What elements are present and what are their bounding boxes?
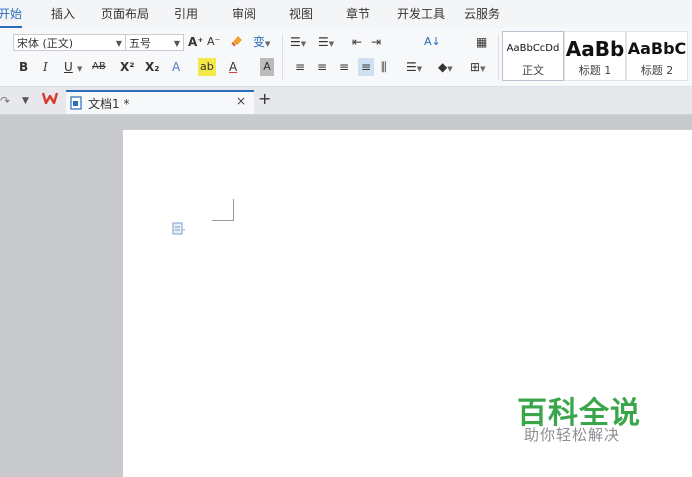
tab-home[interactable]: 开始 xyxy=(0,0,23,28)
char-shading-button[interactable]: A xyxy=(260,58,274,76)
phonetic-guide-button[interactable]: 变▼ xyxy=(253,33,270,51)
tab-review[interactable]: 审阅 xyxy=(232,0,256,28)
bold-button[interactable]: B xyxy=(19,58,28,76)
line-spacing-button[interactable]: ☰▼ xyxy=(406,58,422,76)
tab-section[interactable]: 章节 xyxy=(346,0,370,28)
tab-view[interactable]: 视图 xyxy=(289,0,313,28)
font-color-button[interactable]: A xyxy=(229,58,237,76)
ribbon: 宋体 (正文) ▼ 五号 ▼ A⁺ A⁻ 变▼ B I U ▼ AB X² X₂… xyxy=(0,28,692,87)
numbered-list-button[interactable]: ☰▼ xyxy=(318,33,334,51)
clear-format-icon xyxy=(231,36,242,47)
wps-logo-button[interactable] xyxy=(41,91,59,109)
chevron-down-icon: ▼ xyxy=(115,39,122,48)
chevron-down-icon[interactable]: ▼ xyxy=(22,92,29,110)
increase-indent-button[interactable]: ⇥ xyxy=(371,33,381,51)
tab-cloud[interactable]: 云服务 xyxy=(464,0,500,28)
subscript-button[interactable]: X₂ xyxy=(145,58,160,76)
bullet-list-button[interactable]: ☰▼ xyxy=(290,33,306,51)
shading-button[interactable]: ◆▼ xyxy=(438,58,453,76)
margin-corner-mark xyxy=(212,220,234,221)
table-button[interactable]: ▦ xyxy=(476,33,487,51)
distribute-button[interactable]: ⫼ xyxy=(381,58,387,76)
tab-insert[interactable]: 插入 xyxy=(51,0,75,28)
style-gallery: AaBbCcDd 正文 AaBb 标题 1 AaBbC 标题 2 xyxy=(502,31,692,81)
close-icon[interactable]: × xyxy=(236,94,246,108)
font-size-select[interactable]: 五号 ▼ xyxy=(126,34,184,51)
decrease-indent-button[interactable]: ⇤ xyxy=(352,33,362,51)
shrink-font-button[interactable]: A⁻ xyxy=(207,33,220,51)
justify-button[interactable]: ≡ xyxy=(358,58,374,76)
style-sample: AaBbC xyxy=(627,39,687,58)
style-heading-1[interactable]: AaBb 标题 1 xyxy=(564,31,626,81)
new-tab-button[interactable]: + xyxy=(258,90,271,108)
superscript-button[interactable]: X² xyxy=(120,58,135,76)
wps-logo-icon xyxy=(41,92,59,105)
style-sample: AaBbCcDd xyxy=(506,43,560,54)
chevron-down-icon: ▼ xyxy=(173,39,180,48)
divider xyxy=(282,34,283,80)
watermark-subtitle: 助你轻松解决 xyxy=(524,426,621,444)
align-right-button[interactable]: ≡ xyxy=(339,58,349,76)
text-effect-button[interactable]: A xyxy=(172,58,180,76)
redo-icon[interactable]: ↷ xyxy=(0,92,10,110)
clear-format-button[interactable] xyxy=(230,33,244,51)
margin-corner-mark xyxy=(233,199,234,220)
italic-button[interactable]: I xyxy=(43,58,48,76)
style-heading-2[interactable]: AaBbC 标题 2 xyxy=(626,31,688,81)
chevron-down-icon[interactable]: ▼ xyxy=(77,58,82,76)
border-button[interactable]: ⊞▼ xyxy=(470,58,485,76)
font-name-value: 宋体 (正文) xyxy=(17,37,74,50)
sort-button[interactable]: A↓ xyxy=(424,33,441,51)
phonetic-guide-icon: 变 xyxy=(253,35,266,49)
style-name: 正文 xyxy=(522,64,544,77)
grow-font-button[interactable]: A⁺ xyxy=(188,33,204,51)
style-sample: AaBb xyxy=(565,37,625,61)
style-normal[interactable]: AaBbCcDd 正文 xyxy=(502,31,564,81)
underline-button[interactable]: U xyxy=(64,58,73,76)
document-tab-title: 文档1 * xyxy=(88,97,130,111)
tab-page-layout[interactable]: 页面布局 xyxy=(101,0,149,28)
align-center-button[interactable]: ≡ xyxy=(317,58,327,76)
tab-references[interactable]: 引用 xyxy=(174,0,198,28)
strikethrough-button[interactable]: AB xyxy=(92,58,106,76)
font-name-select[interactable]: 宋体 (正文) ▼ xyxy=(13,34,126,51)
tab-document-1[interactable]: 文档1 * × xyxy=(66,90,254,114)
align-left-button[interactable]: ≡ xyxy=(295,58,305,76)
style-name: 标题 1 xyxy=(578,64,612,77)
font-size-value: 五号 xyxy=(129,37,151,50)
document-icon xyxy=(70,96,82,110)
style-name: 标题 2 xyxy=(640,64,674,77)
highlight-button[interactable]: ab xyxy=(198,58,216,76)
divider xyxy=(498,34,499,80)
menu-bar: 开始 插入 页面布局 引用 审阅 视图 章节 开发工具 云服务 xyxy=(0,0,692,28)
document-tab-bar: ↷ ▼ 文档1 * × + xyxy=(0,87,692,115)
paragraph-options-icon[interactable] xyxy=(172,222,186,236)
tab-developer[interactable]: 开发工具 xyxy=(397,0,445,28)
